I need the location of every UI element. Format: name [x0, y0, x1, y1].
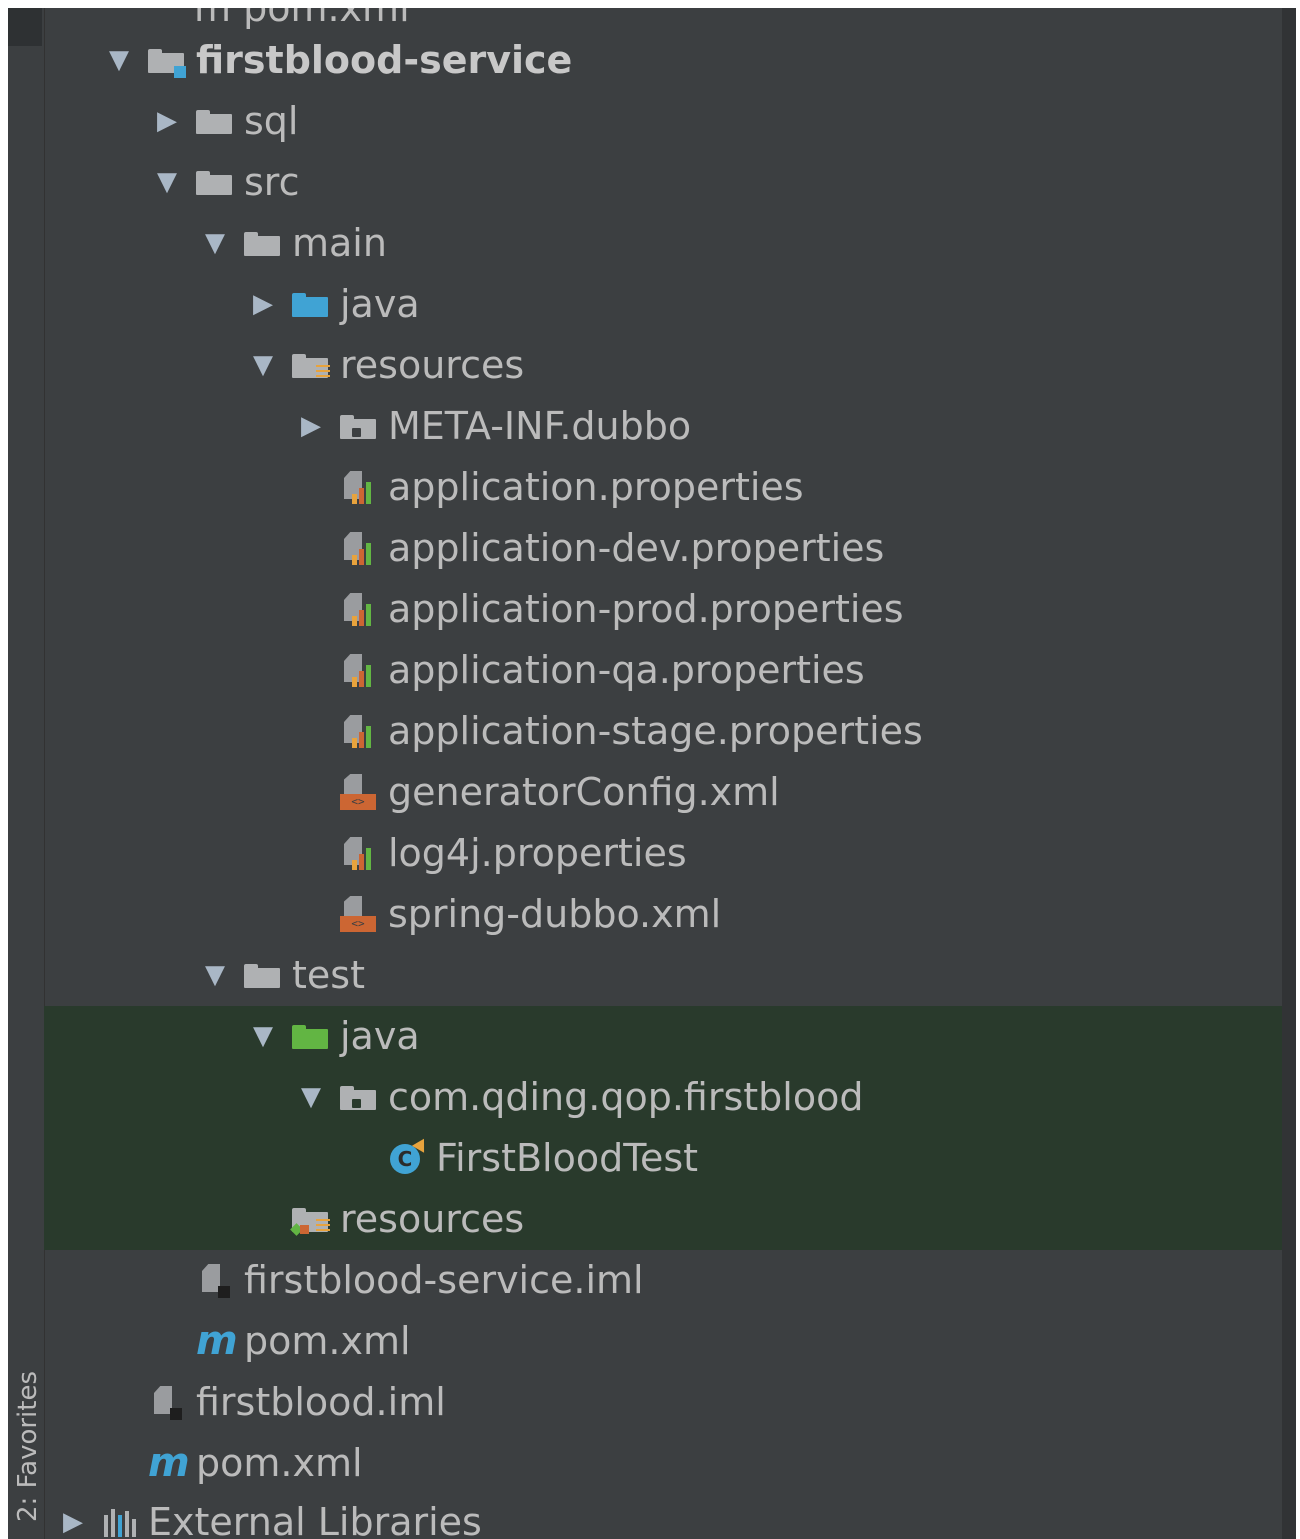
tree-row-application-stage-properties[interactable]: application-stage.properties — [44, 701, 1282, 762]
tree-row-main[interactable]: ▼ main — [44, 213, 1282, 274]
expanded-arrow-icon[interactable]: ▼ — [154, 152, 180, 213]
folder-icon — [244, 213, 282, 274]
tree-label: sql — [244, 99, 299, 143]
left-tool-strip: 2: Favorites — [8, 8, 45, 1539]
tree-label: java — [340, 1014, 420, 1058]
module-folder-icon — [148, 30, 186, 91]
tree-label: firstblood.iml — [196, 1380, 446, 1424]
tree-label: com.qding.qop.firstblood — [388, 1075, 864, 1119]
expanded-arrow-icon[interactable]: ▼ — [250, 1006, 276, 1067]
test-class-icon: C — [386, 1128, 431, 1189]
tree-row-application-dev-properties[interactable]: application-dev.properties — [44, 518, 1282, 579]
tree-row-main-java[interactable]: ▶ java — [44, 274, 1282, 335]
tree-row-generator-config[interactable]: <> generatorConfig.xml — [44, 762, 1282, 823]
project-tool-window: 2: Favorites m pom.xml ▼ firstblood-serv… — [8, 8, 1296, 1539]
tree-label: generatorConfig.xml — [388, 770, 780, 814]
expanded-arrow-icon[interactable]: ▼ — [202, 945, 228, 1006]
tree-row-firstblood-test[interactable]: C FirstBloodTest — [44, 1128, 1282, 1189]
tree-label: pom.xml — [244, 1319, 411, 1363]
tree-row-root-iml[interactable]: firstblood.iml — [44, 1372, 1282, 1433]
tree-row-test-resources[interactable]: resources — [44, 1189, 1282, 1250]
package-icon — [340, 396, 378, 457]
properties-file-icon — [340, 640, 378, 701]
collapsed-arrow-icon[interactable]: ▶ — [60, 1492, 86, 1539]
resources-folder-icon — [292, 335, 330, 396]
tree-label: External Libraries — [148, 1500, 482, 1539]
test-source-folder-icon — [292, 1006, 330, 1067]
tree-label: resources — [340, 1197, 525, 1241]
maven-pom-icon: m — [148, 1440, 190, 1486]
tree-row-application-prod-properties[interactable]: application-prod.properties — [44, 579, 1282, 640]
tree-label: application-dev.properties — [388, 526, 885, 570]
tree-label: application-prod.properties — [388, 587, 904, 631]
collapsed-arrow-icon[interactable]: ▶ — [154, 91, 180, 152]
tree-row-sql[interactable]: ▶ sql — [44, 91, 1282, 152]
expanded-arrow-icon[interactable]: ▼ — [250, 335, 276, 396]
tree-label: application-qa.properties — [388, 648, 865, 692]
folder-icon — [244, 945, 282, 1006]
folder-icon — [196, 152, 234, 213]
scrollbar-track[interactable] — [1282, 8, 1296, 1539]
tree-row-application-qa-properties[interactable]: application-qa.properties — [44, 640, 1282, 701]
collapsed-arrow-icon[interactable]: ▶ — [298, 396, 324, 457]
properties-file-icon — [340, 701, 378, 762]
tree-row-spring-dubbo[interactable]: <> spring-dubbo.xml — [44, 884, 1282, 945]
tree-row-external-libraries[interactable]: ▶ External Libraries — [44, 1492, 1282, 1539]
tree-row-firstblood-service[interactable]: ▼ firstblood-service — [44, 30, 1282, 91]
tree-row-meta-inf[interactable]: ▶ META-INF.dubbo — [44, 396, 1282, 457]
tree-label: java — [340, 282, 420, 326]
tree-label: firstblood-service.iml — [244, 1258, 644, 1302]
properties-file-icon — [340, 579, 378, 640]
folder-icon — [196, 91, 234, 152]
xml-file-icon: <> — [340, 762, 378, 823]
package-icon — [340, 1067, 378, 1128]
tree-label: resources — [340, 343, 525, 387]
project-tree: m pom.xml ▼ firstblood-service ▶ sql ▼ s… — [44, 8, 1282, 1539]
iml-file-icon — [148, 1372, 186, 1433]
tree-label: log4j.properties — [388, 831, 687, 875]
tree-row-test[interactable]: ▼ test — [44, 945, 1282, 1006]
tree-row-root-pom[interactable]: m pom.xml — [44, 1433, 1282, 1494]
tree-label: firstblood-service — [196, 38, 573, 82]
maven-pom-icon: m — [196, 1318, 238, 1364]
tree-label: FirstBloodTest — [436, 1136, 699, 1180]
tree-label: application.properties — [388, 465, 804, 509]
collapsed-arrow-icon[interactable]: ▶ — [250, 274, 276, 335]
tree-label: main — [292, 221, 387, 265]
tree-row-service-pom[interactable]: m pom.xml — [44, 1311, 1282, 1372]
favorites-tab[interactable]: 2: Favorites — [13, 1371, 43, 1522]
expanded-arrow-icon[interactable]: ▼ — [106, 30, 132, 91]
tree-row-log4j-properties[interactable]: log4j.properties — [44, 823, 1282, 884]
expanded-arrow-icon[interactable]: ▼ — [202, 213, 228, 274]
tree-row-main-resources[interactable]: ▼ resources — [44, 335, 1282, 396]
tree-row-service-iml[interactable]: firstblood-service.iml — [44, 1250, 1282, 1311]
properties-file-icon — [340, 518, 378, 579]
tree-row-src[interactable]: ▼ src — [44, 152, 1282, 213]
iml-file-icon — [196, 1250, 234, 1311]
xml-file-icon: <> — [340, 884, 378, 945]
tool-strip-button[interactable] — [8, 8, 42, 46]
test-resources-folder-icon — [290, 1189, 330, 1250]
tree-label: spring-dubbo.xml — [388, 892, 722, 936]
tree-row-test-package[interactable]: ▼ com.qding.qop.firstblood — [44, 1067, 1282, 1128]
tree-row-test-java[interactable]: ▼ java — [44, 1006, 1282, 1067]
tree-label: src — [244, 160, 300, 204]
tree-row-application-properties[interactable]: application.properties — [44, 457, 1282, 518]
tree-label: pom.xml — [196, 1441, 363, 1485]
tree-label: META-INF.dubbo — [388, 404, 692, 448]
tree-label: test — [292, 953, 365, 997]
expanded-arrow-icon[interactable]: ▼ — [298, 1067, 324, 1128]
external-libraries-icon — [102, 1492, 140, 1539]
tree-label: application-stage.properties — [388, 709, 923, 753]
properties-file-icon — [340, 457, 378, 518]
source-folder-icon — [292, 274, 330, 335]
properties-file-icon — [340, 823, 378, 884]
